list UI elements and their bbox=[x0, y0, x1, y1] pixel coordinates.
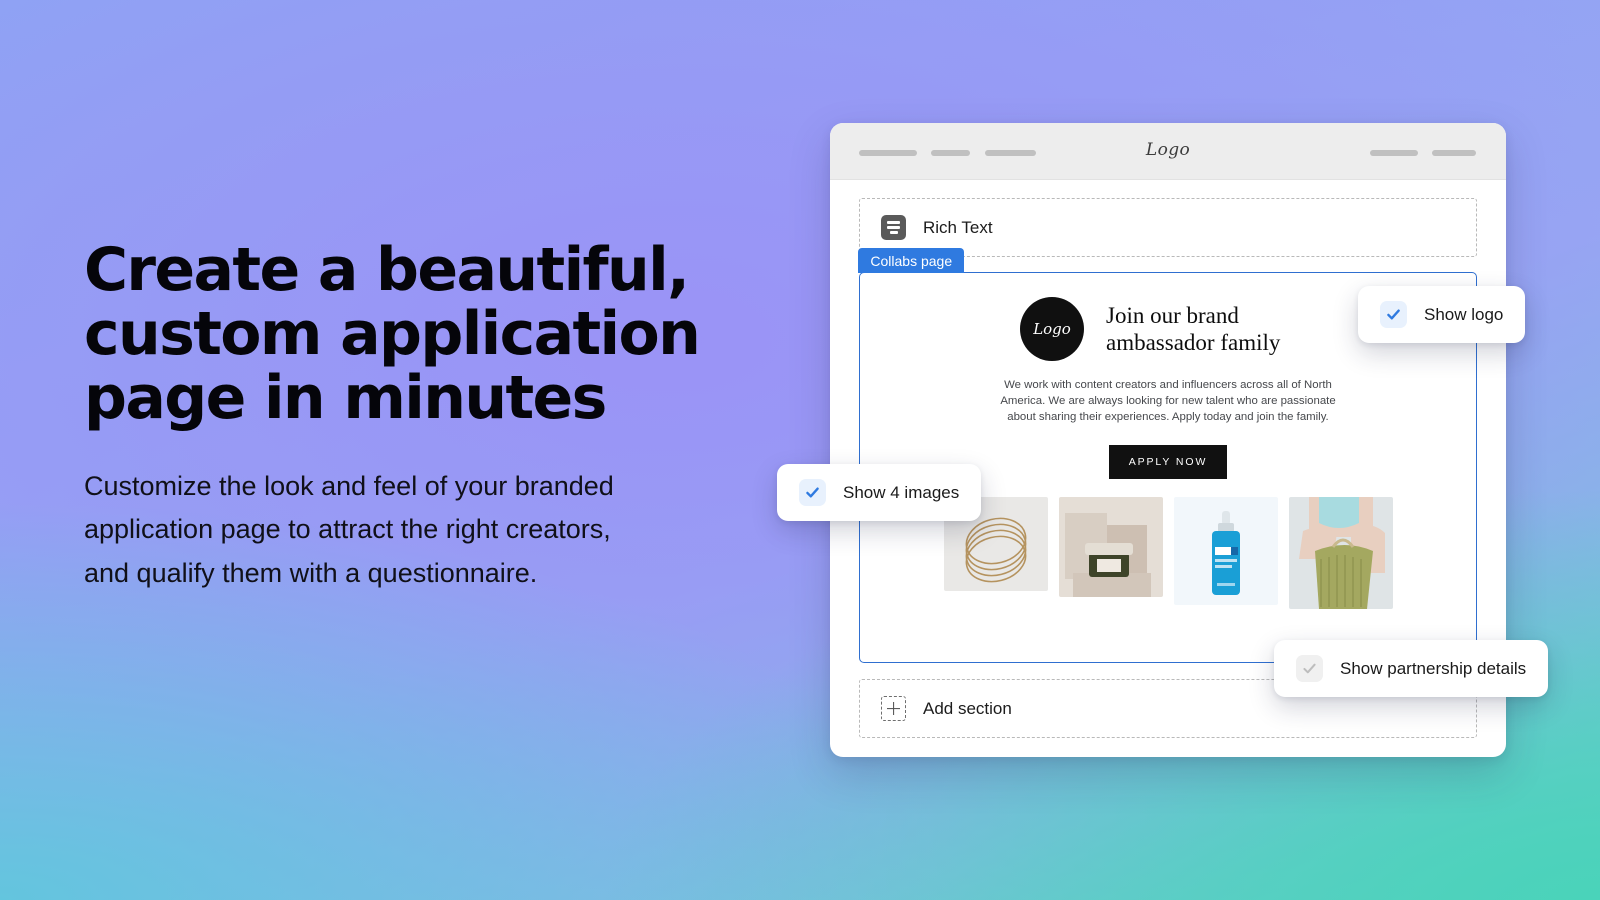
gallery-image-serum-bottle[interactable] bbox=[1173, 496, 1278, 605]
checkbox-checked-icon[interactable] bbox=[799, 479, 826, 506]
checkbox-checked-icon[interactable] bbox=[1380, 301, 1407, 328]
gallery-image-cream-jar[interactable] bbox=[1058, 496, 1163, 597]
collabs-page-tag: Collabs page bbox=[858, 248, 965, 273]
promo-banner: Create a beautiful, custom application p… bbox=[0, 0, 1600, 900]
collabs-hero-title: Join our brand ambassador family bbox=[1106, 302, 1281, 355]
hero-copy: Create a beautiful, custom application p… bbox=[84, 238, 724, 596]
toggle-card-label: Show 4 images bbox=[843, 482, 960, 502]
section-rich-text-label: Rich Text bbox=[923, 217, 993, 237]
toggle-card-label: Show partnership details bbox=[1340, 658, 1527, 678]
page-title: Create a beautiful, custom application p… bbox=[84, 235, 701, 434]
brand-logo-circle: Logo bbox=[1020, 297, 1084, 361]
store-logo-text: Logo bbox=[1145, 140, 1191, 160]
rich-text-icon bbox=[881, 215, 906, 240]
hero-description: Customize the look and feel of your bran… bbox=[84, 470, 614, 589]
add-section-label: Add section bbox=[923, 698, 1012, 718]
toggle-card-label: Show logo bbox=[1424, 304, 1504, 324]
checkbox-unchecked-icon[interactable] bbox=[1296, 655, 1323, 682]
add-section-icon bbox=[881, 696, 906, 721]
toggle-card-show-logo[interactable]: Show logo bbox=[1358, 286, 1526, 343]
browser-topbar: Logo bbox=[830, 123, 1506, 180]
collabs-hero-body: We work with content creators and influe… bbox=[1000, 379, 1336, 424]
gallery-image-fringed-bag[interactable] bbox=[1288, 496, 1393, 609]
toggle-card-show-images[interactable]: Show 4 images bbox=[777, 464, 982, 521]
apply-now-button[interactable]: APPLY NOW bbox=[1108, 444, 1228, 479]
toggle-card-show-partnership-details[interactable]: Show partnership details bbox=[1274, 640, 1549, 697]
